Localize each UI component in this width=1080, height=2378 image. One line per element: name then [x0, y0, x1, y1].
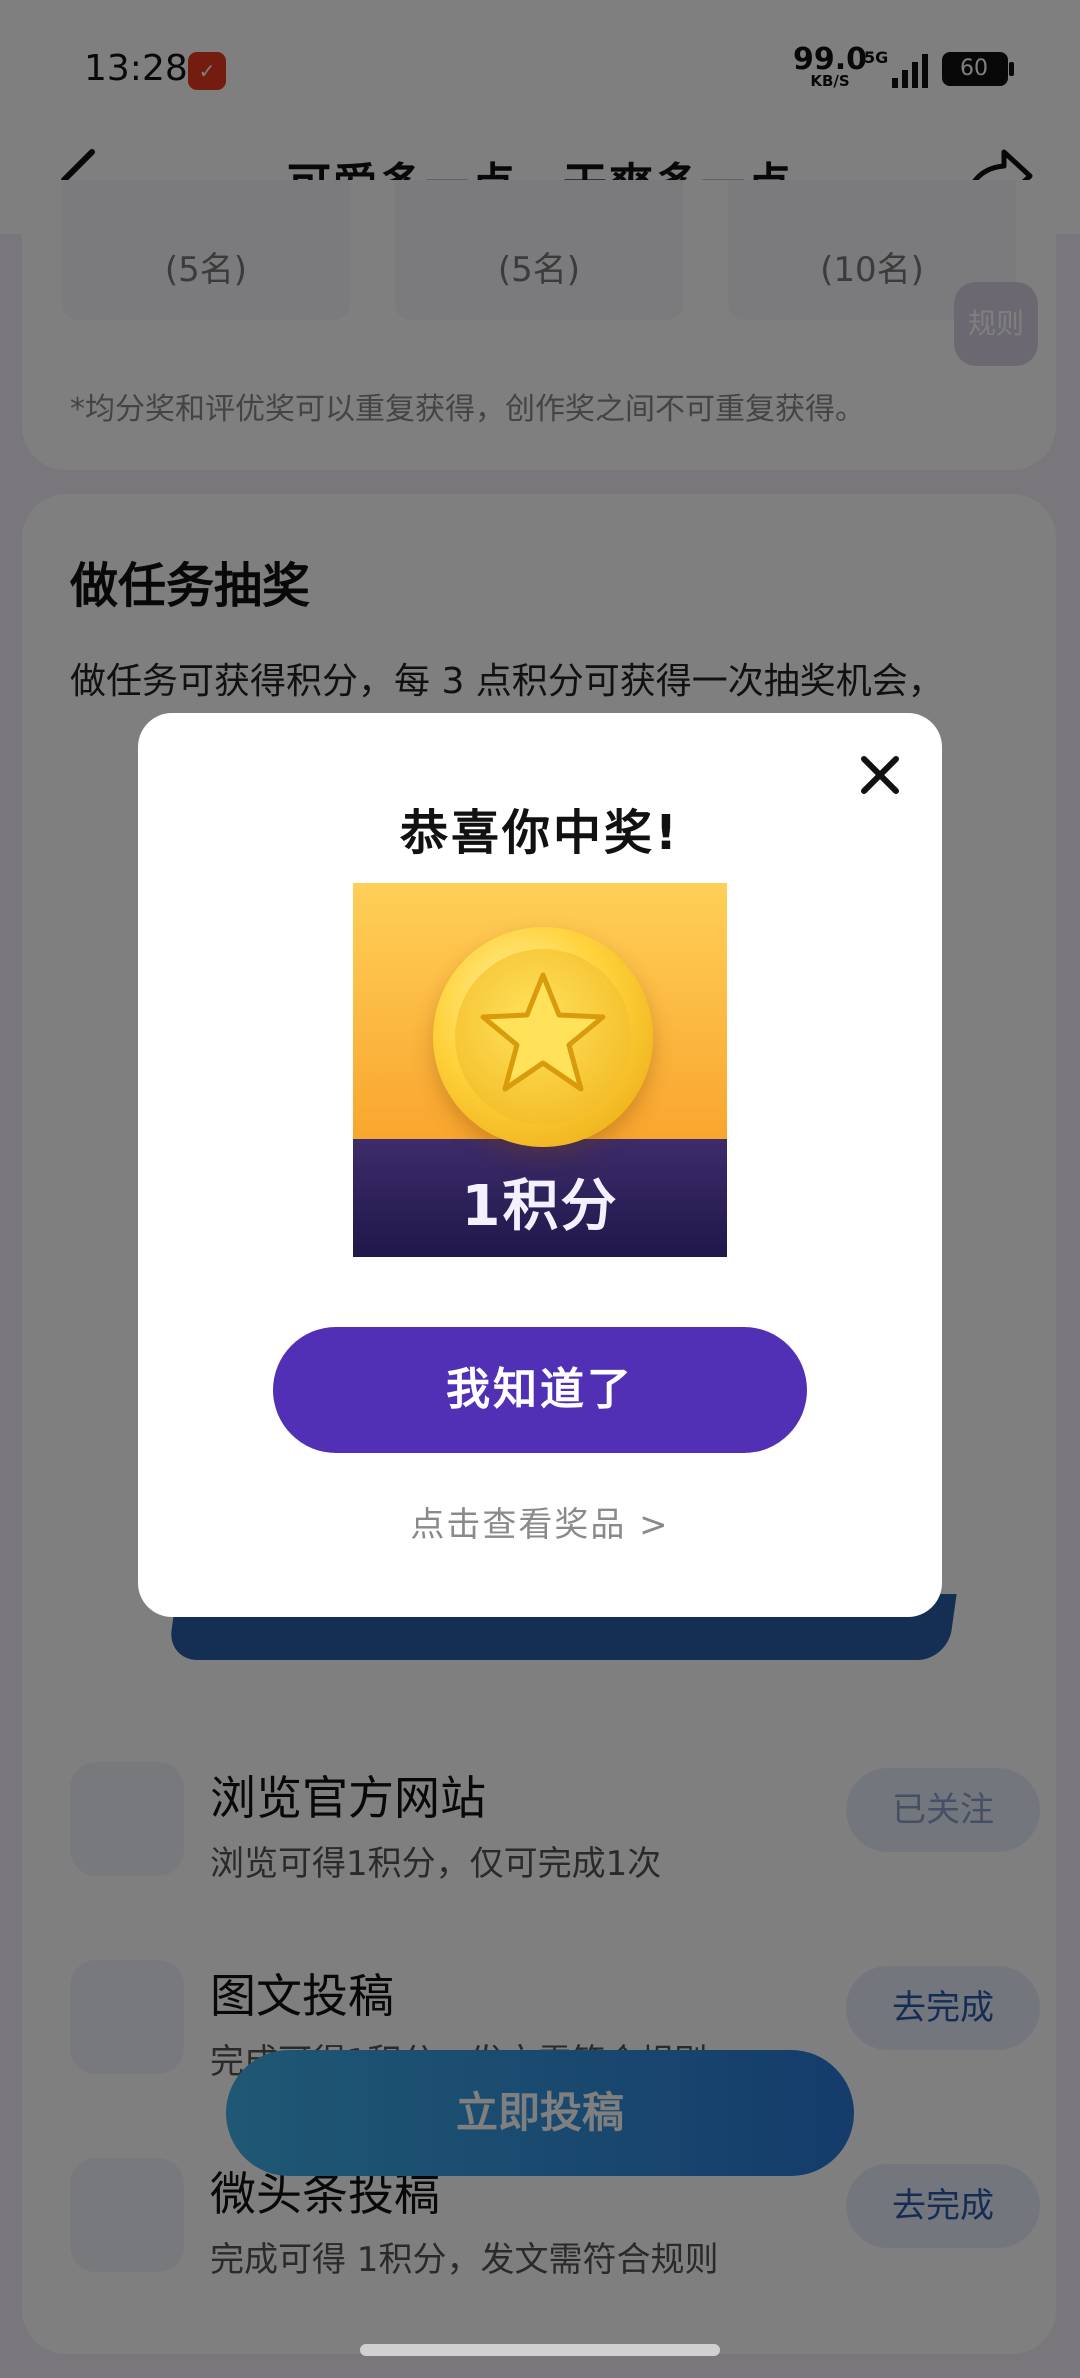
- page: 13:28 ✓ 99.0 KB/S 5G 60 可爱多一点，干爽多一点 (5名)…: [0, 0, 1080, 2378]
- prize-image: 1积分: [353, 883, 727, 1257]
- prize-modal: 恭喜你中奖! 1积分 我知道了 点击查看奖品 >: [138, 713, 942, 1617]
- prize-label: 1积分: [461, 1174, 619, 1239]
- view-prizes-link[interactable]: 点击查看奖品 >: [138, 1497, 942, 1546]
- modal-title: 恭喜你中奖!: [400, 805, 680, 861]
- confirm-button[interactable]: 我知道了: [273, 1327, 807, 1453]
- gold-star-coin-icon: [433, 927, 653, 1147]
- home-indicator[interactable]: [360, 2344, 720, 2356]
